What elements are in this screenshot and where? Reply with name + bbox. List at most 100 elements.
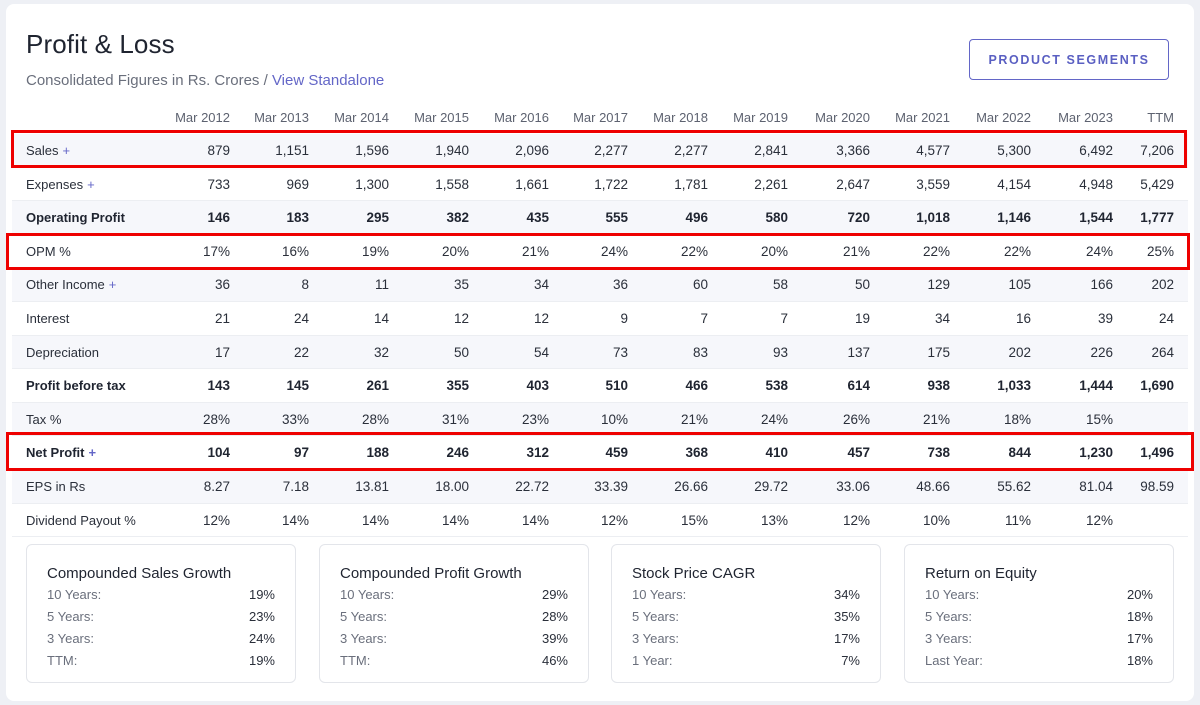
table-cell: 720 xyxy=(847,210,870,226)
growth-value: 39% xyxy=(541,631,568,646)
column-header: Mar 2018 xyxy=(653,110,708,125)
table-header: Mar 2012 Mar 2013 Mar 2014 Mar 2015 Mar 2016… xyxy=(6,105,1194,133)
row-label-text: Operating Profit xyxy=(26,210,125,226)
expand-plus-icon[interactable]: + xyxy=(89,445,97,460)
growth-box-line: TTM: 46% xyxy=(340,653,568,673)
table-cell: 146 xyxy=(207,210,230,226)
growth-value: 34% xyxy=(833,587,860,602)
table-cell: 2,261 xyxy=(754,176,788,192)
table-cell: 14% xyxy=(521,512,549,528)
table-row: Depreciation 17 22 32 50 54 73 83 93 137 175 202 226… xyxy=(12,335,1188,370)
table-cell: 1,300 xyxy=(355,176,389,192)
growth-period-label: 3 Years: xyxy=(925,631,972,646)
growth-value: 17% xyxy=(1126,631,1153,646)
growth-box-line: 10 Years: 29% xyxy=(340,587,568,607)
table-row[interactable]: Sales +879 1,151 1,596 1,940 2,096 2,277 2,277 2… xyxy=(12,134,1188,168)
growth-period-label: 5 Years: xyxy=(47,609,94,624)
growth-box-line: 5 Years: 35% xyxy=(632,609,860,629)
row-label: Dividend Payout % xyxy=(26,513,136,528)
table-cell: 12 xyxy=(453,311,469,326)
table-cell: 93 xyxy=(772,344,788,360)
table-row[interactable]: Net Profit +104 97 188 246 312 459 368 410 457 738… xyxy=(12,436,1188,470)
table-cell: 33% xyxy=(281,411,309,427)
table-cell: 226 xyxy=(1090,344,1113,360)
table-cell: 7,206 xyxy=(1140,143,1174,158)
table-cell: 28% xyxy=(202,411,230,427)
table-cell: 8 xyxy=(301,277,309,293)
column-header: Mar 2015 xyxy=(414,110,469,125)
column-header: Mar 2021 xyxy=(895,110,950,125)
growth-box-title: Stock Price CAGR xyxy=(632,565,756,582)
table-cell: 17% xyxy=(202,243,230,259)
row-label[interactable]: Other Income + xyxy=(26,277,116,292)
table-row: Interest 21 24 14 12 12 9 7 7 19 34 16 39 24 xyxy=(12,302,1188,336)
row-label-text: OPM % xyxy=(26,243,71,259)
table-cell: 5,429 xyxy=(1140,176,1174,192)
growth-value: 29% xyxy=(541,587,568,602)
table-cell: 145 xyxy=(286,378,309,394)
table-cell: 1,230 xyxy=(1079,445,1113,461)
row-label-text: Dividend Payout % xyxy=(26,512,136,528)
growth-box-title: Return on Equity xyxy=(925,565,1037,582)
table-cell: 19% xyxy=(361,243,389,259)
column-header: Mar 2016 xyxy=(494,110,549,125)
table-cell: 17 xyxy=(214,344,230,360)
table-cell: 403 xyxy=(526,378,549,394)
table-cell: 28% xyxy=(361,411,389,427)
row-label[interactable]: Expenses + xyxy=(26,177,95,192)
table-cell: 538 xyxy=(765,378,788,394)
row-label-text: Sales xyxy=(26,143,59,158)
table-cell: 459 xyxy=(605,445,628,461)
table-cell: 202 xyxy=(1008,344,1031,360)
growth-period-label: TTM: xyxy=(340,653,371,668)
expand-plus-icon[interactable]: + xyxy=(109,277,117,292)
growth-box-line: 5 Years: 18% xyxy=(925,609,1153,629)
table-cell: 83 xyxy=(692,344,708,360)
growth-period-label: 5 Years: xyxy=(340,609,387,624)
row-label[interactable]: Net Profit + xyxy=(26,445,96,460)
table-row: Operating Profit 146 183 295 382 435 555 496 580… xyxy=(12,201,1188,235)
growth-period-label: Last Year: xyxy=(925,653,983,668)
table-cell: 21% xyxy=(922,411,950,427)
growth-period-label: 10 Years: xyxy=(340,587,395,602)
table-cell: 20% xyxy=(441,243,469,259)
growth-box-title: Compounded Profit Growth xyxy=(340,565,522,582)
growth-period-label: 10 Years: xyxy=(925,587,980,602)
table-cell: 35 xyxy=(453,277,469,293)
growth-box: Compounded Profit Growth 10 Years: 29% 5 Ye… xyxy=(319,544,589,683)
table-cell: 264 xyxy=(1151,344,1174,360)
table-cell: 137 xyxy=(847,344,870,360)
table-row[interactable]: Expenses +733 969 1,300 1,558 1,661 1,722 1,781… xyxy=(12,168,1188,202)
table-cell: 10% xyxy=(600,411,628,427)
growth-value: 23% xyxy=(248,609,275,624)
table-cell: 188 xyxy=(366,445,389,461)
table-cell: 21 xyxy=(214,311,230,326)
table-cell: 1,690 xyxy=(1140,378,1174,394)
table-cell: 3,366 xyxy=(836,143,870,158)
growth-period-label: 3 Years: xyxy=(47,631,94,646)
row-label: EPS in Rs xyxy=(26,479,85,494)
expand-plus-icon[interactable]: + xyxy=(63,143,71,158)
table-cell: 16 xyxy=(1015,311,1031,326)
table-row: Tax % 28% 33% 28% 31% 23% 10% 21% 24% 26% 21% 18% 15… xyxy=(12,402,1188,437)
expand-plus-icon[interactable]: + xyxy=(87,177,95,192)
row-label: Depreciation xyxy=(26,345,99,360)
growth-value: 19% xyxy=(248,653,275,668)
table-row[interactable]: Other Income +36 8 11 35 34 36 60 58 50 129 105 166 2… xyxy=(12,268,1188,302)
growth-period-label: 5 Years: xyxy=(632,609,679,624)
table-cell: 143 xyxy=(207,378,230,394)
table-cell: 1,444 xyxy=(1079,378,1113,394)
table-cell: 202 xyxy=(1151,277,1174,293)
table-cell: 20% xyxy=(760,243,788,259)
growth-value: 20% xyxy=(1126,587,1153,602)
table-cell: 4,948 xyxy=(1079,176,1113,192)
table-cell: 36 xyxy=(612,277,628,293)
product-segments-button[interactable]: PRODUCT SEGMENTS xyxy=(969,39,1169,80)
table-cell: 2,647 xyxy=(836,176,870,192)
growth-box-line: 1 Year: 7% xyxy=(632,653,860,673)
table-cell: 22% xyxy=(922,243,950,259)
table-cell: 13% xyxy=(760,512,788,528)
view-standalone-link[interactable]: View Standalone xyxy=(272,72,384,89)
row-label[interactable]: Sales + xyxy=(26,143,70,158)
table-cell: 34 xyxy=(934,311,950,326)
